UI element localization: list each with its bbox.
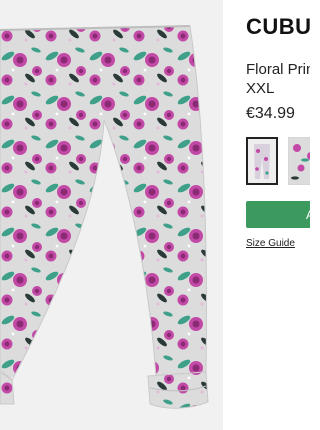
- size-guide-link[interactable]: Size Guide: [246, 238, 295, 249]
- product-price: €34.99: [246, 105, 295, 122]
- add-to-bag-button[interactable]: A: [246, 201, 310, 228]
- thumbnail-detail[interactable]: [288, 137, 310, 185]
- brand-logo[interactable]: CUBUS: [246, 14, 310, 40]
- product-size: XXL: [246, 80, 275, 97]
- product-info-panel: CUBUS Floral Prin XXL €34.99: [246, 0, 310, 430]
- product-main-image[interactable]: [0, 0, 223, 430]
- product-title: Floral Prin: [246, 61, 310, 78]
- thumbnail-detail-image: [289, 138, 310, 184]
- leggings-illustration: [0, 0, 223, 430]
- product-page: CUBUS Floral Prin XXL €34.99: [0, 0, 310, 430]
- thumbnail-front-image: [248, 139, 276, 183]
- thumbnail-front[interactable]: [246, 137, 278, 185]
